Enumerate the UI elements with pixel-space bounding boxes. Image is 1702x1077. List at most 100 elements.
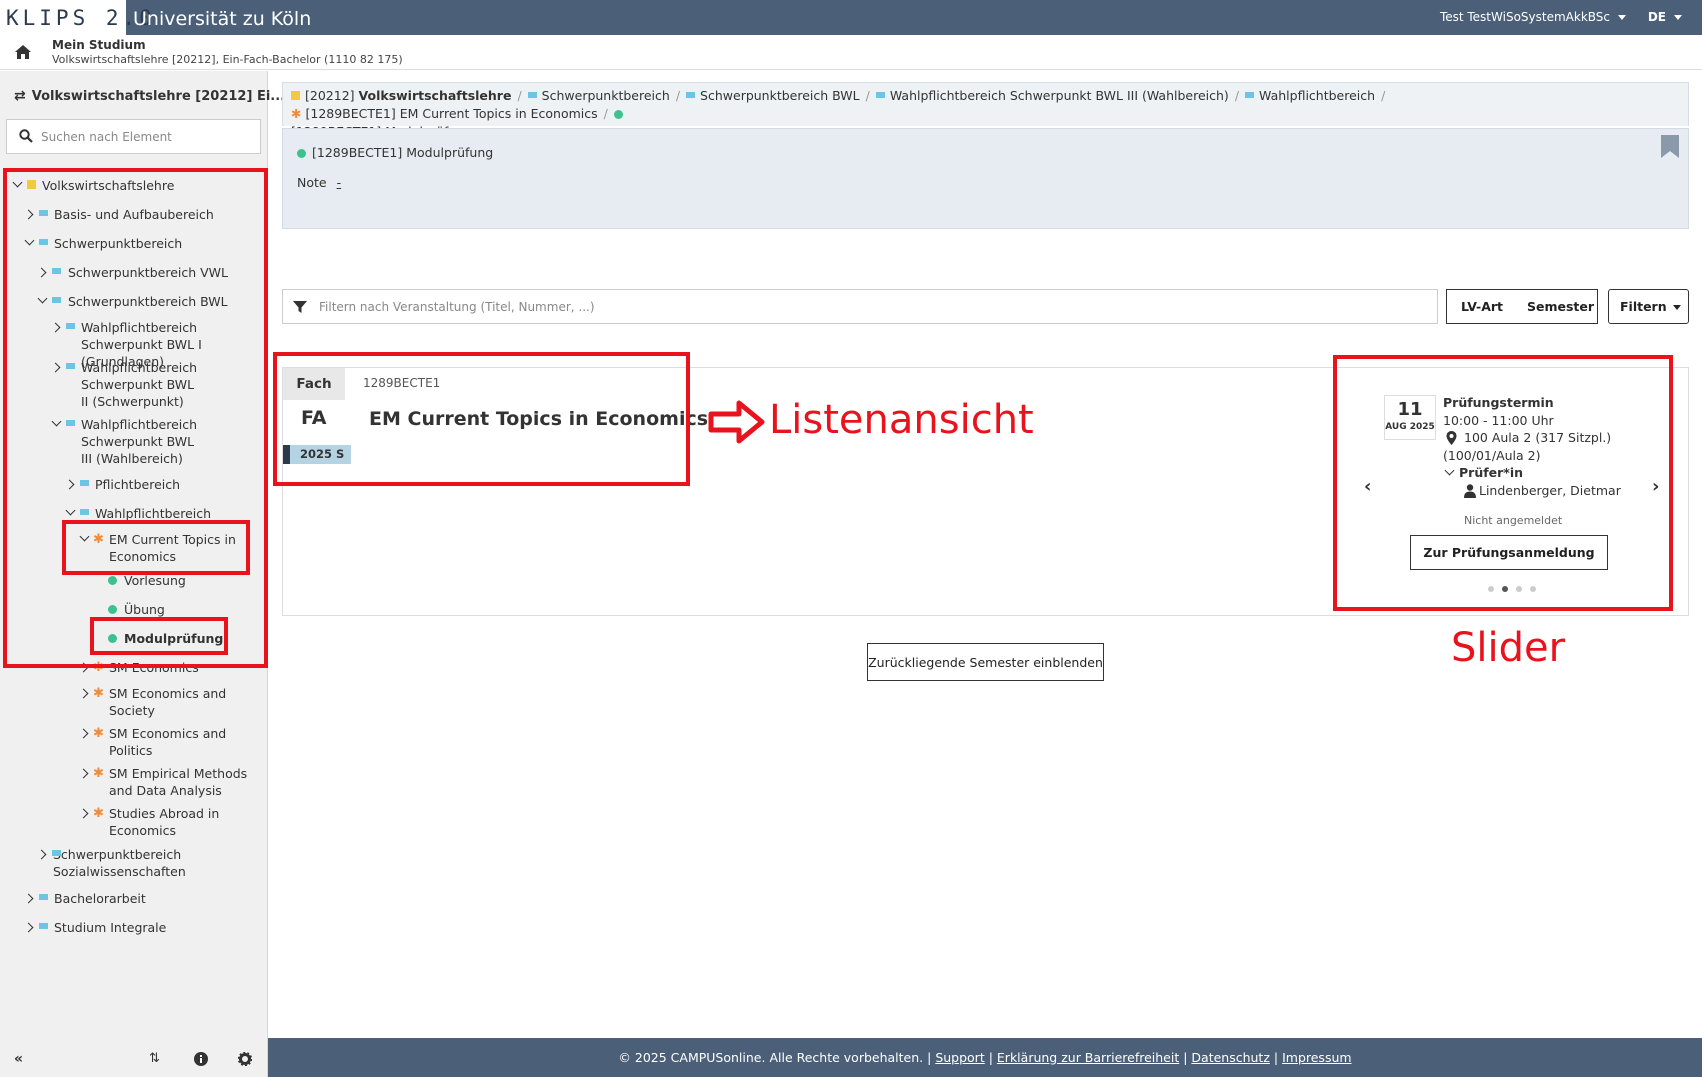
tree-item-sm-empirical-methods[interactable]: ✱ SM Empirical Methods and Data Analysis [78, 765, 250, 799]
annotation-label-list-view: Listenansicht [769, 397, 1034, 443]
breadcrumb-item[interactable]: Wahlpflichtbereich Schwerpunkt BWL III (… [875, 88, 1229, 103]
folder-icon [291, 91, 300, 100]
study-header: Mein Studium Volkswirtschaftslehre [2021… [0, 35, 1702, 70]
imprint-link[interactable]: Impressum [1282, 1050, 1351, 1065]
breadcrumb-separator: / [603, 106, 608, 121]
breadcrumb-label: Schwerpunktbereich [541, 88, 670, 103]
detail-title-text: Modulprüfung [406, 145, 494, 160]
breadcrumb-label: Wahlpflichtbereich Schwerpunkt BWL III (… [889, 88, 1229, 103]
filter-icon [293, 301, 307, 313]
sidebar-footer: « ⇅ [0, 1041, 268, 1077]
breadcrumb-label: Schwerpunktbereich BWL [700, 88, 860, 103]
home-icon[interactable] [14, 44, 32, 60]
copyright: © 2025 CAMPUSonline. Alle Rechte vorbeha… [618, 1050, 924, 1065]
language-menu[interactable]: DE [1648, 10, 1682, 24]
study-title[interactable]: Mein Studium [52, 38, 146, 52]
gear-icon[interactable] [238, 1052, 252, 1066]
chevron-down-icon [1672, 305, 1681, 310]
breadcrumb-item[interactable]: ✱ [1289BECTE1] EM Current Topics in Econo… [291, 106, 598, 121]
switch-icon: ⇄ [14, 88, 26, 104]
user-menu[interactable]: Test TestWiSoSystemAkkBSc [1440, 10, 1626, 24]
tree-item-label: Bachelorarbeit [54, 891, 146, 906]
university-name: Universität zu Köln [133, 8, 312, 30]
tree-item-sm-economics-politics[interactable]: ✱ SM Economics and Politics [78, 725, 230, 759]
annotation-box-em-module [62, 520, 250, 575]
annotation-label-slider: Slider [1451, 625, 1566, 671]
chevron-right-icon[interactable] [23, 893, 34, 904]
course-filter [282, 289, 1438, 324]
breadcrumb-label: Wahlpflichtbereich [1259, 88, 1376, 103]
user-name: Test TestWiSoSystemAkkBSc [1439, 10, 1610, 24]
folder-icon [39, 894, 48, 900]
grade-value: - [336, 175, 342, 190]
privacy-link[interactable]: Datenschutz [1191, 1050, 1270, 1065]
breadcrumb-separator: / [1234, 88, 1240, 103]
study-switch[interactable]: ⇄ Volkswirtschaftslehre [20212] Ei... [14, 88, 302, 104]
tree-item-label: SM Empirical Methods and Data Analysis [109, 766, 248, 798]
breadcrumb-code: [20212] [305, 88, 355, 103]
status-dot-icon [613, 110, 623, 119]
top-bar: KLIPS 2.0 Universität zu Köln Test TestW… [0, 0, 1702, 35]
search-icon [19, 129, 33, 143]
study-switch-label: Volkswirtschaftslehre [20212] Ei... [31, 89, 286, 104]
folder-icon [52, 850, 61, 856]
lv-art-semester-toggle: LV-Art Semester [1446, 289, 1598, 324]
module-icon: ✱ [291, 106, 302, 121]
annotation-box-list-view [273, 352, 690, 486]
search-input[interactable] [41, 127, 251, 147]
detail-title: [1289BECTE1] Modulprüfung [297, 145, 493, 160]
breadcrumb-item[interactable]: Wahlpflichtbereich [1245, 88, 1375, 103]
folder-icon [39, 923, 48, 929]
tree-item-sozialwissenschaften[interactable]: Schwerpunktbereich Sozialwissenschaften [36, 846, 198, 880]
breadcrumb-label: Volkswirtschaftslehre [358, 88, 512, 103]
filter-dropdown-button[interactable]: Filtern [1608, 289, 1689, 324]
info-icon[interactable] [194, 1052, 208, 1066]
module-icon: ✱ [93, 686, 104, 701]
module-icon: ✱ [93, 766, 104, 781]
breadcrumb: [20212] Volkswirtschaftslehre / Schwerpunk… [282, 82, 1689, 139]
study-subtitle: Volkswirtschaftslehre [20212], Ein-Fach-… [52, 53, 403, 66]
breadcrumb-separator: / [865, 88, 870, 103]
detail-panel: [1289BECTE1] Modulprüfung Note - [282, 128, 1689, 229]
breadcrumb-separator: / [517, 88, 522, 103]
show-previous-semesters-button[interactable]: Zurückliegende Semester einblenden [867, 643, 1104, 681]
tree-search [6, 119, 261, 154]
folder-icon [527, 92, 537, 98]
breadcrumb-item[interactable]: [20212] Volkswirtschaftslehre [291, 88, 511, 103]
accessibility-link[interactable]: Erklärung zur Barrierefreiheit [997, 1050, 1179, 1065]
breadcrumb-item[interactable]: Schwerpunktbereich BWL [686, 88, 860, 103]
language-label: DE [1647, 10, 1666, 24]
folder-icon [1245, 92, 1255, 98]
collapse-sidebar-icon[interactable]: « [14, 1051, 23, 1067]
breadcrumb-label: EM Current Topics in Economics [399, 106, 598, 121]
folder-icon [686, 92, 696, 98]
tree-item-sm-economics-society[interactable]: ✱ SM Economics and Society [78, 685, 230, 719]
module-icon: ✱ [93, 726, 104, 741]
grade-label: Note [297, 175, 327, 190]
chevron-down-icon [1618, 15, 1626, 20]
tree-item-studies-abroad[interactable]: ✱ Studies Abroad in Economics [78, 805, 230, 839]
breadcrumb-separator: / [1381, 88, 1386, 103]
breadcrumb-separator: / [675, 88, 681, 103]
bookmark-icon[interactable] [1660, 134, 1680, 159]
semester-button[interactable]: Semester [1527, 299, 1594, 314]
detail-code: [1289BECTE1] [312, 145, 403, 160]
sort-icon[interactable]: ⇅ [149, 1051, 160, 1066]
annotation-box-tree [3, 168, 268, 668]
annotation-box-slider [1333, 355, 1673, 611]
footer: © 2025 CAMPUSonline. Alle Rechte vorbeha… [268, 1038, 1702, 1077]
chevron-right-icon[interactable] [23, 922, 34, 933]
status-dot-icon [297, 149, 306, 158]
course-filter-input[interactable] [319, 298, 1419, 316]
filter-button-label: Filtern [1620, 299, 1667, 314]
breadcrumb-code: [1289BECTE1] [305, 106, 396, 121]
annotation-arrow-icon [708, 400, 765, 444]
logo[interactable]: KLIPS 2.0 [0, 0, 152, 35]
module-icon: ✱ [93, 806, 104, 821]
folder-icon [875, 92, 885, 98]
annotation-box-modulpruefung [90, 617, 228, 655]
breadcrumb-item[interactable]: Schwerpunktbereich [527, 88, 670, 103]
lv-art-button[interactable]: LV-Art [1461, 299, 1503, 314]
support-link[interactable]: Support [935, 1050, 984, 1065]
tree-item-label: Studium Integrale [54, 920, 167, 935]
